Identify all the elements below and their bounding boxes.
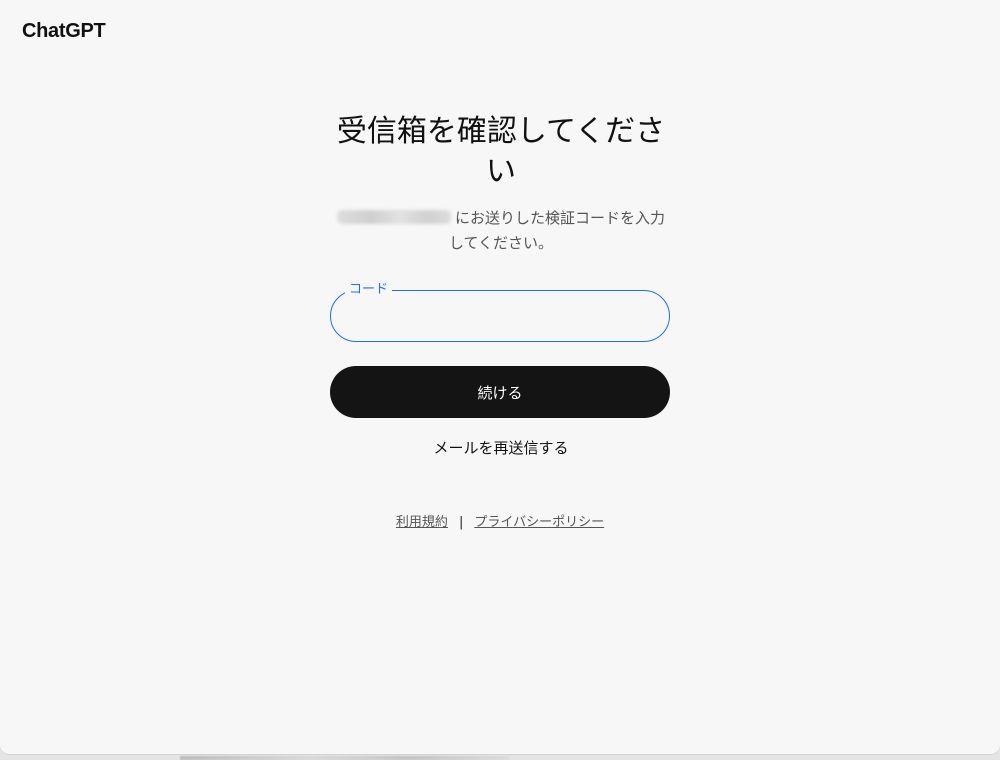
resend-email-button[interactable]: メールを再送信する <box>331 437 671 458</box>
instruction-text: にお送りした検証コードを入力してください。 <box>330 206 672 256</box>
continue-button[interactable]: 続ける <box>330 366 670 418</box>
background-window-edge <box>180 756 510 760</box>
code-field[interactable]: コード <box>330 281 670 342</box>
footer-separator: | <box>458 515 464 530</box>
page-title: 受信箱を確認してください <box>336 114 666 189</box>
terms-link[interactable]: 利用規約 <box>396 515 448 530</box>
code-field-label: コード <box>345 281 393 299</box>
verification-panel: 受信箱を確認してください にお送りした検証コードを入力してください。 コード 続… <box>330 112 672 530</box>
masked-email <box>336 210 451 224</box>
footer-links: 利用規約 | プライバシーポリシー <box>330 511 670 530</box>
browser-window: ChatGPT 受信箱を確認してください にお送りした検証コードを入力してくださ… <box>0 0 1000 755</box>
chatgpt-logo[interactable]: ChatGPT <box>22 20 106 43</box>
code-input[interactable] <box>351 303 649 331</box>
privacy-policy-link[interactable]: プライバシーポリシー <box>474 515 604 530</box>
instruction-label: にお送りした検証コードを入力してください。 <box>448 209 665 252</box>
